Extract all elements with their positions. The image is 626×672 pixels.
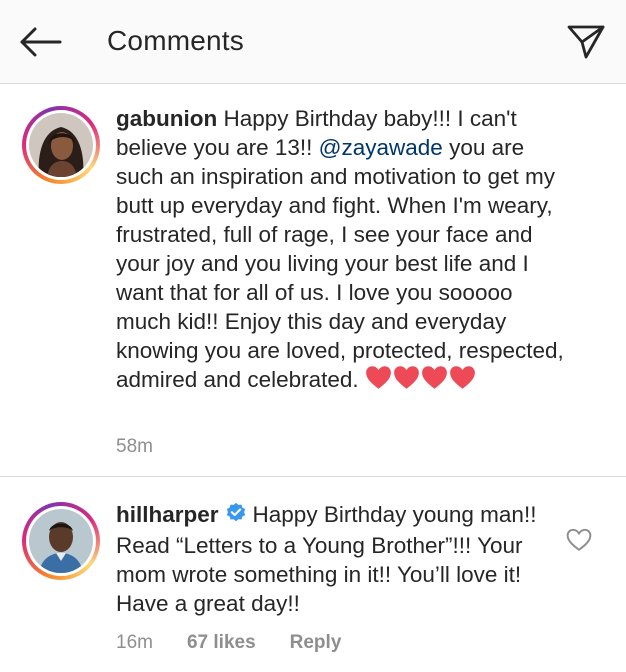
back-button[interactable] bbox=[14, 22, 66, 62]
verified-badge-icon bbox=[225, 502, 247, 531]
share-button[interactable] bbox=[564, 20, 608, 64]
heart-icon bbox=[393, 365, 420, 397]
comment-username[interactable]: gabunion bbox=[116, 106, 217, 131]
like-comment-button[interactable] bbox=[566, 528, 592, 554]
comment-text: gabunion Happy Birthday baby!!! I can't … bbox=[116, 104, 566, 397]
header-bar: Comments bbox=[0, 0, 626, 84]
reply-button[interactable]: Reply bbox=[290, 632, 342, 654]
paper-plane-icon bbox=[567, 25, 605, 59]
comment-text: hillharper Happy Birthday young man!! Rea… bbox=[116, 500, 566, 618]
likes-count[interactable]: 67 likes bbox=[187, 632, 256, 654]
avatar-story-ring[interactable] bbox=[22, 106, 100, 184]
heart-icon bbox=[449, 365, 476, 397]
heart-icon bbox=[365, 365, 392, 397]
arrow-left-icon bbox=[20, 27, 62, 57]
comments-screen: Comments gabunion Happy Birthday baby!!!… bbox=[0, 0, 626, 672]
heart-icon bbox=[421, 365, 448, 397]
mention-link[interactable]: @zayawade bbox=[319, 135, 443, 160]
comment-timestamp: 16m bbox=[116, 632, 153, 653]
divider bbox=[0, 476, 626, 477]
page-title: Comments bbox=[107, 25, 244, 56]
comment-item: hillharper Happy Birthday young man!! Rea… bbox=[0, 492, 626, 672]
comment-timestamp: 58m bbox=[116, 436, 153, 457]
avatar bbox=[29, 509, 93, 573]
heart-outline-icon bbox=[566, 528, 592, 551]
comment-meta: 16m 67 likes Reply bbox=[116, 632, 341, 654]
avatar bbox=[29, 113, 93, 177]
comment-text-part: you are such an inspiration and motivati… bbox=[116, 135, 564, 392]
comment-meta: 58m bbox=[116, 436, 153, 458]
avatar-story-ring[interactable] bbox=[22, 502, 100, 580]
comment-item: gabunion Happy Birthday baby!!! I can't … bbox=[0, 96, 626, 470]
comment-username[interactable]: hillharper bbox=[116, 502, 219, 527]
hearts-emoji-group bbox=[365, 365, 476, 397]
